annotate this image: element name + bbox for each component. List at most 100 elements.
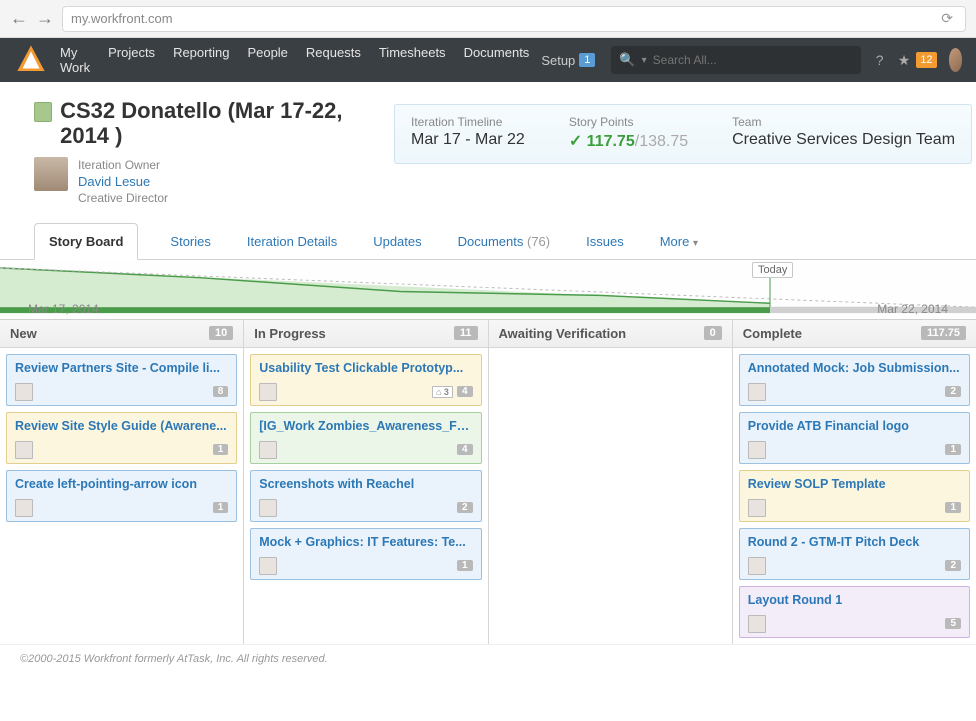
assignee-avatar[interactable] xyxy=(259,557,277,575)
points-label: Story Points xyxy=(569,115,688,129)
column-awaiting-verification: Awaiting Verification 0 xyxy=(489,320,733,644)
card-subtask-icon: ⌂ 3 xyxy=(432,386,453,398)
tabs: Story Board Stories Iteration Details Up… xyxy=(0,217,976,260)
assignee-avatar[interactable] xyxy=(15,499,33,517)
global-search[interactable]: 🔍 ▾ xyxy=(611,46,861,74)
story-card[interactable]: Review Partners Site - Compile li... 8 xyxy=(6,354,237,406)
card-points-badge: 5 xyxy=(945,618,961,629)
search-input[interactable] xyxy=(653,53,854,67)
story-card[interactable]: Round 2 - GTM-IT Pitch Deck2 xyxy=(739,528,970,580)
story-card[interactable]: Review SOLP Template1 xyxy=(739,470,970,522)
tab-iteration-details[interactable]: Iteration Details xyxy=(243,224,341,259)
workfront-logo-icon[interactable] xyxy=(14,43,48,77)
story-card[interactable]: Mock + Graphics: IT Features: Te... 1 xyxy=(250,528,481,580)
tab-more[interactable]: More ▾ xyxy=(656,224,702,259)
column-new: New 10 Review Partners Site - Compile li… xyxy=(0,320,244,644)
owner-name-link[interactable]: David Lesue xyxy=(78,173,168,191)
card-title: Review Site Style Guide (Awarene... xyxy=(15,419,228,433)
tab-issues[interactable]: Issues xyxy=(582,224,628,259)
assignee-avatar[interactable] xyxy=(15,383,33,401)
nav-my-work[interactable]: My Work xyxy=(60,45,90,75)
story-card[interactable]: Screenshots with Reachel 2 xyxy=(250,470,481,522)
today-marker: Today xyxy=(752,262,793,278)
tab-documents[interactable]: Documents (76) xyxy=(454,224,555,259)
story-card[interactable]: Layout Round 15 xyxy=(739,586,970,638)
assignee-avatar[interactable] xyxy=(259,383,277,401)
story-card[interactable]: Provide ATB Financial logo1 xyxy=(739,412,970,464)
column-inprogress-count: 11 xyxy=(454,326,478,340)
column-in-progress: In Progress 11 Usability Test Clickable … xyxy=(244,320,488,644)
team-label: Team xyxy=(732,115,955,129)
tab-stories[interactable]: Stories xyxy=(166,224,214,259)
owner-avatar[interactable] xyxy=(34,157,68,191)
assignee-avatar[interactable] xyxy=(259,441,277,459)
card-title: Review SOLP Template xyxy=(748,477,961,491)
url-bar[interactable]: my.workfront.com ⟳ xyxy=(62,6,966,32)
owner-label: Iteration Owner xyxy=(78,157,168,173)
nav-people[interactable]: People xyxy=(247,45,287,75)
team-link[interactable]: Creative Services Design Team xyxy=(732,131,955,149)
refresh-icon[interactable]: ⟳ xyxy=(937,10,957,27)
burndown-chart: Today Mar 17, 2014 Mar 22, 2014 xyxy=(0,260,976,320)
story-card[interactable]: Review Site Style Guide (Awarene... 1 xyxy=(6,412,237,464)
burndown-end-date: Mar 22, 2014 xyxy=(877,302,948,316)
page-footer: ©2000-2015 Workfront formerly AtTask, In… xyxy=(0,644,976,673)
card-title: Annotated Mock: Job Submission... xyxy=(748,361,961,375)
nav-reporting[interactable]: Reporting xyxy=(173,45,229,75)
story-card[interactable]: [IG_Work Zombies_Awareness_Fe...4 xyxy=(250,412,481,464)
assignee-avatar[interactable] xyxy=(748,557,766,575)
card-title: Mock + Graphics: IT Features: Te... xyxy=(259,535,472,549)
page-header: CS32 Donatello (Mar 17-22, 2014 ) Iterat… xyxy=(0,82,976,211)
browser-forward-icon[interactable]: → xyxy=(36,8,54,29)
story-card[interactable]: Usability Test Clickable Prototyp...⌂ 34 xyxy=(250,354,481,406)
setup-link[interactable]: Setup 1 xyxy=(541,53,595,68)
top-nav: My Work Projects Reporting People Reques… xyxy=(0,38,976,82)
tab-updates[interactable]: Updates xyxy=(369,224,425,259)
search-icon: 🔍 xyxy=(619,52,635,68)
column-complete: Complete 117.75 Annotated Mock: Job Subm… xyxy=(733,320,976,644)
timeline-value: Mar 17 - Mar 22 xyxy=(411,131,525,149)
iteration-summary-card: Iteration Timeline Mar 17 - Mar 22 Story… xyxy=(394,104,972,164)
story-card[interactable]: Annotated Mock: Job Submission...2 xyxy=(739,354,970,406)
card-points-badge: 2 xyxy=(945,560,961,571)
nav-requests[interactable]: Requests xyxy=(306,45,361,75)
nav-timesheets[interactable]: Timesheets xyxy=(379,45,446,75)
nav-projects[interactable]: Projects xyxy=(108,45,155,75)
url-text: my.workfront.com xyxy=(71,11,173,26)
help-icon[interactable]: ? xyxy=(873,49,885,71)
card-points-badge: 1 xyxy=(213,502,229,513)
card-title: [IG_Work Zombies_Awareness_Fe... xyxy=(259,419,472,433)
owner-role: Creative Director xyxy=(78,190,168,206)
nav-documents[interactable]: Documents xyxy=(464,45,530,75)
assignee-avatar[interactable] xyxy=(748,383,766,401)
nav-links: My Work Projects Reporting People Reques… xyxy=(60,45,529,75)
card-title: Provide ATB Financial logo xyxy=(748,419,961,433)
tab-story-board[interactable]: Story Board xyxy=(34,223,138,260)
assignee-avatar[interactable] xyxy=(748,615,766,633)
column-inprogress-title: In Progress xyxy=(254,326,326,341)
assignee-avatar[interactable] xyxy=(748,499,766,517)
copyright: ©2000-2015 Workfront formerly AtTask, In… xyxy=(20,653,328,665)
assignee-avatar[interactable] xyxy=(748,441,766,459)
column-awaiting-title: Awaiting Verification xyxy=(499,326,627,341)
card-title: Screenshots with Reachel xyxy=(259,477,472,491)
timeline-label: Iteration Timeline xyxy=(411,115,525,129)
card-points-badge: 2 xyxy=(457,502,473,513)
card-points-badge: 8 xyxy=(213,386,229,397)
column-new-title: New xyxy=(10,326,37,341)
setup-label: Setup xyxy=(541,53,575,68)
column-new-count: 10 xyxy=(209,326,233,340)
card-points-badge: 1 xyxy=(457,560,473,571)
card-title: Review Partners Site - Compile li... xyxy=(15,361,228,375)
user-avatar[interactable] xyxy=(949,48,962,72)
browser-back-icon[interactable]: ← xyxy=(10,8,28,29)
favorites-star-icon[interactable]: ★ xyxy=(898,49,911,71)
card-points-badge: 1 xyxy=(213,444,229,455)
search-scope-dropdown-icon[interactable]: ▾ xyxy=(642,55,647,66)
burndown-start-date: Mar 17, 2014 xyxy=(28,302,99,316)
assignee-avatar[interactable] xyxy=(15,441,33,459)
notifications-badge[interactable]: 12 xyxy=(916,52,936,68)
story-card[interactable]: Create left-pointing-arrow icon1 xyxy=(6,470,237,522)
points-value: ✓ 117.75/138.75 xyxy=(569,131,688,151)
assignee-avatar[interactable] xyxy=(259,499,277,517)
